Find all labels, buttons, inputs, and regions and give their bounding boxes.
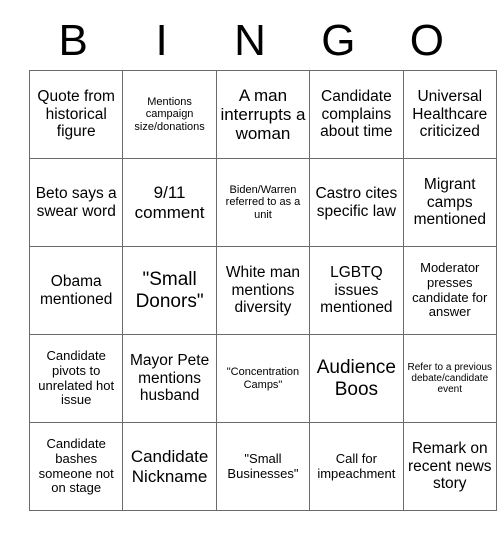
- bingo-cell[interactable]: "Small Donors": [122, 246, 217, 335]
- bingo-cell[interactable]: Candidate pivots to unrelated hot issue: [28, 334, 124, 423]
- bingo-grid: Quote from historical figure Mentions ca…: [28, 70, 497, 511]
- bingo-cell[interactable]: Audience Boos: [309, 334, 404, 423]
- bingo-cell-label: Moderator presses candidate for answer: [412, 260, 488, 320]
- bingo-cell[interactable]: White man mentions diversity: [215, 246, 311, 335]
- bingo-cell-label: 9/11 comment: [134, 183, 205, 222]
- bingo-cell-label: Migrant camps mentioned: [413, 176, 486, 229]
- bingo-row: Candidate pivots to unrelated hot issue …: [28, 334, 497, 423]
- bingo-cell-label: A man interrupts a woman: [220, 85, 306, 144]
- bingo-cell[interactable]: Obama mentioned: [28, 246, 124, 335]
- bingo-cell-label: "Small Donors": [135, 269, 204, 312]
- bingo-cell[interactable]: Castro cites specific law: [309, 158, 404, 247]
- bingo-cell[interactable]: Candidate Nickname: [122, 422, 217, 511]
- bingo-cell[interactable]: Biden/Warren referred to as a unit: [215, 158, 311, 247]
- bingo-header: B I N G O: [29, 12, 471, 70]
- bingo-header-letter-n: N: [234, 16, 266, 65]
- bingo-cell-label: Obama mentioned: [40, 273, 113, 308]
- bingo-cell-label: Call for impeachment: [317, 450, 396, 481]
- bingo-row: Beto says a swear word 9/11 comment Bide…: [28, 158, 497, 247]
- bingo-cell[interactable]: "Concentration Camps": [215, 334, 311, 423]
- bingo-cell-label: Universal Healthcare criticized: [412, 88, 488, 141]
- bingo-row: Obama mentioned "Small Donors" White man…: [28, 246, 497, 335]
- bingo-cell-label: Biden/Warren referred to as a unit: [225, 184, 301, 221]
- bingo-cell[interactable]: Remark on recent news story: [402, 422, 497, 511]
- bingo-cell-label: Beto says a swear word: [35, 185, 117, 220]
- bingo-cell[interactable]: Candidate complains about time: [309, 70, 404, 159]
- bingo-cell[interactable]: Migrant camps mentioned: [402, 158, 497, 247]
- bingo-cell[interactable]: Quote from historical figure: [28, 70, 124, 159]
- bingo-cell-label: Candidate Nickname: [130, 447, 209, 486]
- bingo-cell[interactable]: Mentions campaign size/donations: [122, 70, 217, 159]
- bingo-cell-label: LGBTQ issues mentioned: [320, 264, 393, 317]
- bingo-header-letter-b: B: [58, 16, 88, 65]
- bingo-cell-label: Candidate pivots to unrelated hot issue: [38, 348, 115, 408]
- bingo-cell-label: Mayor Pete mentions husband: [129, 352, 210, 405]
- bingo-cell-label: Candidate bashes someone not on stage: [38, 436, 114, 496]
- bingo-cell-label: White man mentions diversity: [225, 264, 301, 317]
- bingo-cell-label: Remark on recent news story: [407, 440, 492, 493]
- bingo-cell-label: Mentions campaign size/donations: [134, 96, 205, 133]
- bingo-header-letter-o: O: [409, 16, 444, 65]
- bingo-cell-label: Refer to a previous debate/candidate eve…: [407, 361, 493, 396]
- bingo-cell[interactable]: 9/11 comment: [122, 158, 217, 247]
- bingo-cell-label: Quote from historical figure: [37, 88, 115, 141]
- bingo-cell[interactable]: "Small Businesses": [215, 422, 311, 511]
- bingo-cell[interactable]: Call for impeachment: [309, 422, 404, 511]
- bingo-cell-label: "Concentration Camps": [226, 366, 300, 391]
- bingo-cell[interactable]: Candidate bashes someone not on stage: [28, 422, 124, 511]
- bingo-cell[interactable]: Moderator presses candidate for answer: [402, 246, 497, 335]
- bingo-cell-label: Castro cites specific law: [315, 185, 398, 220]
- bingo-cell[interactable]: A man interrupts a woman: [215, 70, 311, 159]
- bingo-row: Quote from historical figure Mentions ca…: [28, 70, 497, 159]
- bingo-cell-label: Candidate complains about time: [320, 88, 393, 141]
- bingo-cell-label: "Small Businesses": [227, 450, 299, 481]
- bingo-cell-label: Audience Boos: [316, 357, 396, 400]
- bingo-header-letter-i: I: [155, 16, 168, 65]
- bingo-card: B I N G O Quote from historical figure M…: [28, 12, 497, 511]
- bingo-row: Candidate bashes someone not on stage Ca…: [28, 422, 497, 511]
- bingo-cell[interactable]: Beto says a swear word: [28, 158, 124, 247]
- bingo-cell[interactable]: LGBTQ issues mentioned: [309, 246, 404, 335]
- bingo-cell[interactable]: Refer to a previous debate/candidate eve…: [402, 334, 497, 423]
- bingo-header-letter-g: G: [321, 16, 356, 65]
- bingo-cell[interactable]: Mayor Pete mentions husband: [122, 334, 217, 423]
- bingo-cell[interactable]: Universal Healthcare criticized: [402, 70, 497, 159]
